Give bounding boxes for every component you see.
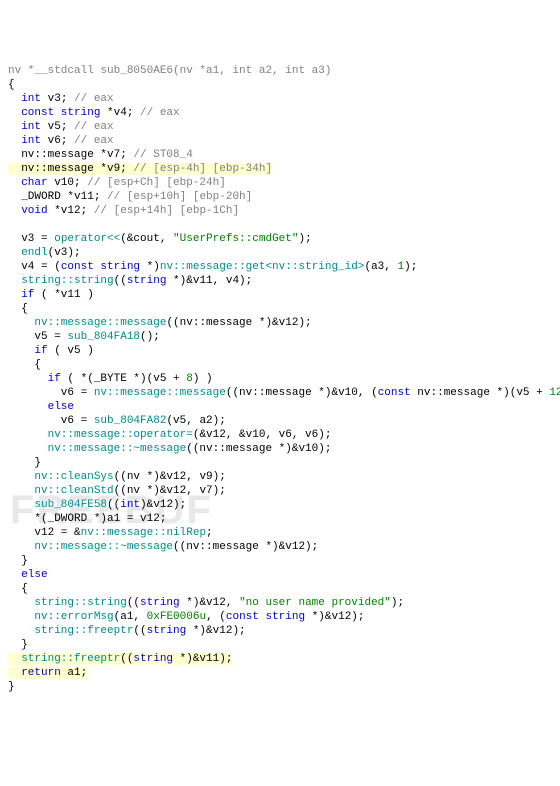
line: char v10; // [esp+Ch] [ebp-24h] — [8, 177, 226, 189]
line: if ( v5 ) — [8, 345, 94, 357]
line: nv::message::~message((nv::message *)&v1… — [8, 443, 331, 455]
line: else — [8, 401, 74, 413]
line: } — [8, 639, 28, 651]
line: nv::message *v7; // ST08_4 — [8, 149, 193, 161]
line: int v5; // eax — [8, 121, 114, 133]
line — [8, 219, 15, 231]
line: { — [8, 79, 15, 91]
line: v3 = operator<<(&cout, "UserPrefs::cmdGe… — [8, 233, 312, 245]
line: v12 = &nv::message::nilRep; — [8, 527, 213, 539]
line: } — [8, 681, 15, 693]
line: v5 = sub_804FA18(); — [8, 331, 160, 343]
line: *(_DWORD *)a1 = v12; — [8, 513, 166, 525]
line-highlighted: nv::message *v9; // [esp-4h] [ebp-34h] — [8, 163, 272, 175]
line: string::string((string *)&v12, "no user … — [8, 597, 404, 609]
line: if ( *(_BYTE *)(v5 + 8) ) — [8, 373, 213, 385]
line: else — [8, 569, 48, 581]
code-block: nv *__stdcall sub_8050AE6(nv *a1, int a2… — [8, 64, 552, 694]
line: { — [8, 303, 28, 315]
line: v4 = (const string *)nv::message::get<nv… — [8, 261, 417, 273]
line: nv *__stdcall sub_8050AE6(nv *a1, int a2… — [8, 65, 331, 77]
line: nv::errorMsg(a1, 0xFE0006u, (const strin… — [8, 611, 365, 623]
line: void *v12; // [esp+14h] [ebp-1Ch] — [8, 205, 239, 217]
line: _DWORD *v11; // [esp+10h] [ebp-20h] — [8, 191, 252, 203]
line: nv::cleanSys((nv *)&v12, v9); — [8, 471, 226, 483]
line: if ( *v11 ) — [8, 289, 94, 301]
line: nv::message::message((nv::message *)&v12… — [8, 317, 312, 329]
line: nv::cleanStd((nv *)&v12, v7); — [8, 485, 226, 497]
line: { — [8, 359, 41, 371]
line: v6 = sub_804FA82(v5, a2); — [8, 415, 226, 427]
line: { — [8, 583, 28, 595]
line-highlighted: return a1; — [8, 667, 87, 679]
line: endl(v3); — [8, 247, 81, 259]
line: sub_804FE58((int)&v12); — [8, 499, 186, 511]
line: int v3; // eax — [8, 93, 114, 105]
line: nv::message::~message((nv::message *)&v1… — [8, 541, 318, 553]
line-highlighted: string::freeptr((string *)&v11); — [8, 653, 232, 665]
line: int v6; // eax — [8, 135, 114, 147]
line: } — [8, 457, 41, 469]
line: string::string((string *)&v11, v4); — [8, 275, 252, 287]
line: v6 = nv::message::message((nv::message *… — [8, 387, 560, 399]
line: const string *v4; // eax — [8, 107, 180, 119]
line: nv::message::operator=(&v12, &v10, v6, v… — [8, 429, 331, 441]
line: string::freeptr((string *)&v12); — [8, 625, 246, 637]
